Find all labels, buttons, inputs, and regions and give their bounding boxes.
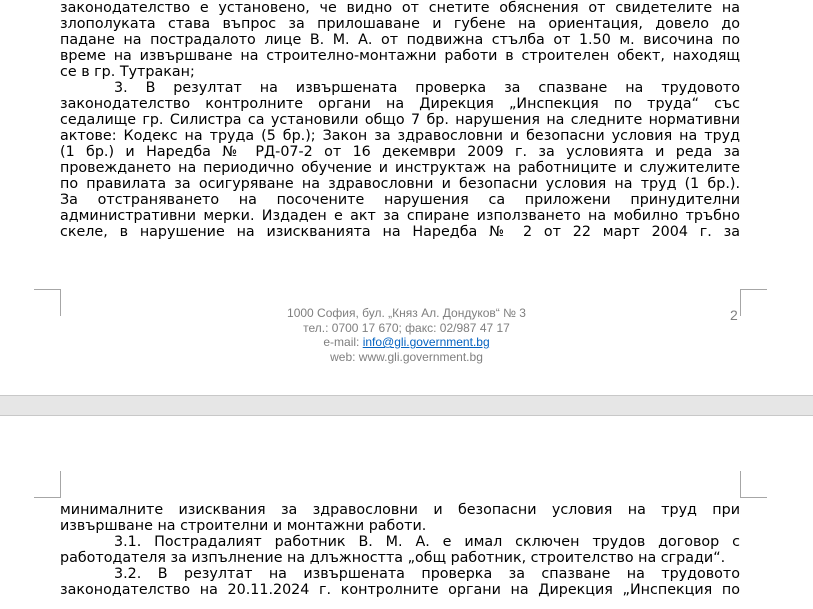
footer-email-label: e-mail: (323, 335, 363, 349)
text-line: За отстраняването на посочените нарушени… (60, 192, 740, 208)
page-1-body-text: законодателство е установено, че видно о… (60, 0, 740, 240)
footer-web: web: www.gli.government.bg (330, 349, 483, 364)
text-line: 3. В резултат на извършената проверка за… (114, 80, 740, 96)
text-line: време на извършване на строително-монтаж… (60, 48, 740, 64)
footer-email-line: e-mail: info@gli.government.bg (0, 335, 813, 350)
page-number: 2 (730, 307, 738, 323)
footer-phone: тел.: 0700 17 670; факс: 02/987 47 17 (303, 320, 510, 335)
text-line: законодателство е установено, че видно о… (60, 0, 740, 16)
document-page-2: минималните изисквания за здравословни и… (0, 416, 813, 609)
text-line: законодателство контролните органи на Ди… (60, 96, 740, 112)
footer-address: 1000 София, бул. „Княз Ал. Дондуков“ № 3 (287, 306, 526, 320)
text-line: законодателство на 20.11.2024 г. контрол… (60, 582, 740, 598)
text-line: административни мерки. Издаден е акт за … (60, 208, 740, 224)
page-separator (0, 395, 813, 416)
footer-email-link[interactable]: info@gli.government.bg (363, 335, 490, 349)
text-line: по правилата за осигуряване на здравосло… (60, 176, 740, 192)
page-2-body-text: минималните изисквания за здравословни и… (60, 502, 740, 598)
text-line: 3.2. В резултат на извършената проверка … (114, 566, 740, 582)
text-line: извършване на строителни и монтажни рабо… (60, 518, 427, 534)
text-line: 3.1. Пострадалият работник В. М. А. е им… (114, 534, 740, 550)
page-footer: 1000 София, бул. „Княз Ал. Дондуков“ № 3… (0, 306, 813, 364)
text-line: скеле, в нарушение на изискванията на На… (60, 224, 740, 240)
text-line: се в гр. Тутракан; (60, 64, 195, 80)
text-line: падане на пострадалото лице В. М. А. от … (60, 32, 740, 48)
document-page-1: законодателство е установено, че видно о… (0, 0, 813, 395)
text-line: актове: Кодекс на труда (5 бр.); Закон з… (60, 128, 740, 144)
margin-corner-mark (34, 471, 61, 498)
margin-corner-mark (740, 471, 767, 498)
text-line: работодателя за изпълнение на длъжността… (60, 550, 726, 566)
text-line: провеждането на периодично обучение и ин… (60, 160, 740, 176)
text-line: (1 бр.) и Наредба № РД-07-2 от 16 декемв… (60, 144, 740, 160)
text-line: злополуката става въпрос за прилошаване … (60, 16, 740, 32)
text-line: седалище гр. Силистра са установили общо… (60, 112, 740, 128)
text-line: минималните изисквания за здравословни и… (60, 502, 740, 518)
